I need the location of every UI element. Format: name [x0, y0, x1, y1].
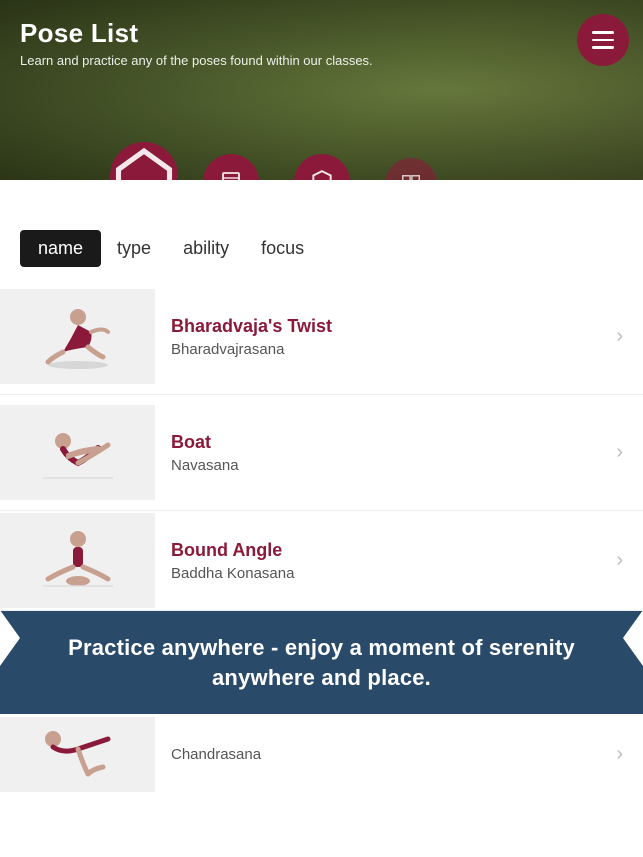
pose-info: Bharadvaja's Twist Bharadvajrasana: [171, 316, 608, 358]
list-item[interactable]: Bound Angle Baddha Konasana ›: [0, 511, 643, 611]
chevron-right-icon: ›: [616, 743, 623, 766]
pose-sanskrit-name: Chandrasana: [171, 746, 608, 763]
pose-sanskrit-name: Baddha Konasana: [171, 565, 608, 582]
pose-info: Bound Angle Baddha Konasana: [171, 540, 608, 582]
boat-figure: [33, 413, 123, 493]
pose-info: Chandrasana: [171, 746, 608, 763]
grid-icon: [400, 173, 422, 180]
nav-shield-button[interactable]: [294, 154, 350, 180]
pose-english-name: Bharadvaja's Twist: [171, 316, 608, 337]
chevron-right-icon: ›: [616, 441, 623, 464]
chevron-right-icon: ›: [616, 549, 623, 572]
page-subtitle: Learn and practice any of the poses foun…: [20, 53, 623, 68]
pose-list: Bharadvaja's Twist Bharadvajrasana › Boa…: [0, 279, 643, 611]
tab-focus[interactable]: focus: [245, 230, 320, 267]
chandrasana-figure: [33, 719, 123, 789]
pose-thumbnail: [0, 289, 155, 384]
bound-angle-figure: [33, 521, 123, 601]
pose-thumbnail: [0, 405, 155, 500]
menu-button[interactable]: [577, 14, 629, 66]
nav-circles: [0, 142, 643, 180]
list-item[interactable]: Boat Navasana ›: [0, 395, 643, 511]
pose-sanskrit-name: Bharadvajrasana: [171, 341, 608, 358]
nav-home-button[interactable]: [110, 142, 178, 180]
pose-sanskrit-name: Navasana: [171, 457, 608, 474]
list-item[interactable]: Chandrasana ›: [0, 714, 643, 794]
hero-section: Pose List Learn and practice any of the …: [0, 0, 643, 180]
pose-english-name: Bound Angle: [171, 540, 608, 561]
bookmark-icon: [219, 170, 243, 180]
pose-thumbnail: [0, 717, 155, 792]
chevron-right-icon: ›: [616, 325, 623, 348]
tab-ability[interactable]: ability: [167, 230, 245, 267]
tab-name[interactable]: name: [20, 230, 101, 267]
sort-tabs: name type ability focus: [0, 180, 643, 279]
pose-thumbnail: [0, 513, 155, 608]
bharadvaja-figure: [33, 297, 123, 377]
pose-info: Boat Navasana: [171, 432, 608, 474]
list-item[interactable]: Bharadvaja's Twist Bharadvajrasana ›: [0, 279, 643, 395]
shield-icon: [309, 169, 335, 180]
page-title: Pose List: [20, 18, 623, 49]
hamburger-icon: [592, 31, 614, 49]
home-icon: [110, 139, 178, 181]
pose-english-name: Boat: [171, 432, 608, 453]
promo-text: Practice anywhere - enjoy a moment of se…: [30, 633, 613, 692]
tab-type[interactable]: type: [101, 230, 167, 267]
nav-bookmark-button[interactable]: [203, 154, 259, 180]
hero-content: Pose List Learn and practice any of the …: [0, 0, 643, 68]
nav-grid-button[interactable]: [385, 158, 437, 180]
promo-banner: Practice anywhere - enjoy a moment of se…: [0, 611, 643, 714]
